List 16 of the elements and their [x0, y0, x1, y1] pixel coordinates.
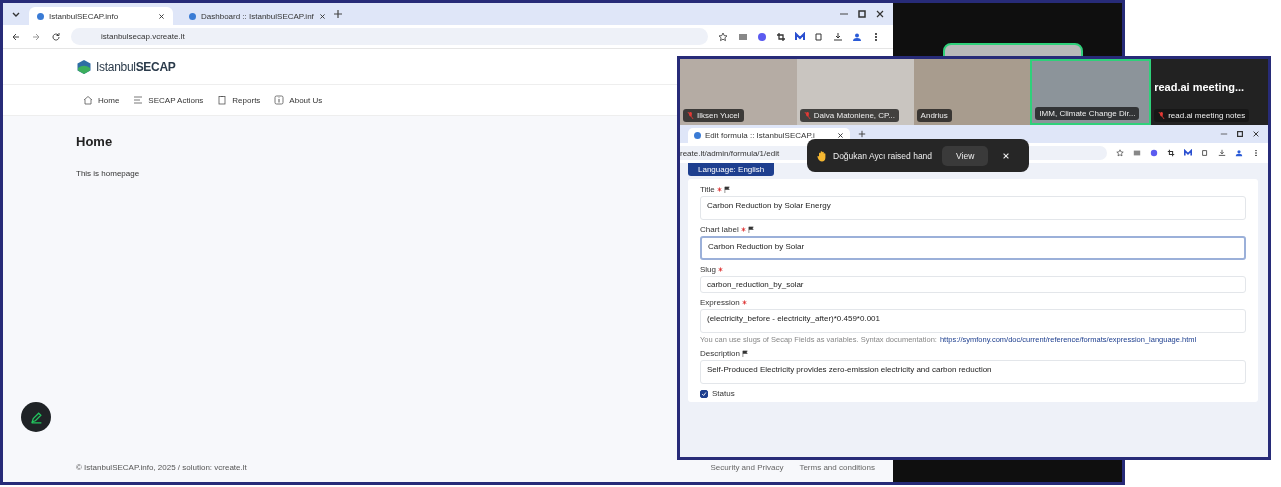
checkbox-label: Status [712, 389, 735, 398]
field-label: Title [700, 185, 715, 194]
field-label: Slug [700, 265, 716, 274]
page-text: This is homepage [76, 169, 140, 178]
field-label: Chart label [700, 225, 739, 234]
page-heading: Home [76, 134, 113, 149]
participant-name: IMM, Climate Change Dir... [1039, 109, 1136, 118]
toast-text: Doğukan Aycı raised hand [833, 150, 933, 161]
field-label: Expression [700, 298, 740, 307]
participant-name: read.ai meeting notes [1168, 111, 1246, 120]
field-label: Description [700, 349, 740, 358]
footer-text: © IstanbulSECAP.info, 2025 / solution: vcreate.lt [76, 462, 247, 472]
app-title: read.ai meeting... [1154, 81, 1246, 93]
participant-name: Andrius [920, 111, 948, 120]
participant-name: Ilksen Yucel [697, 111, 740, 120]
participant-name: Daiva Matoniene, CP... [813, 111, 896, 120]
